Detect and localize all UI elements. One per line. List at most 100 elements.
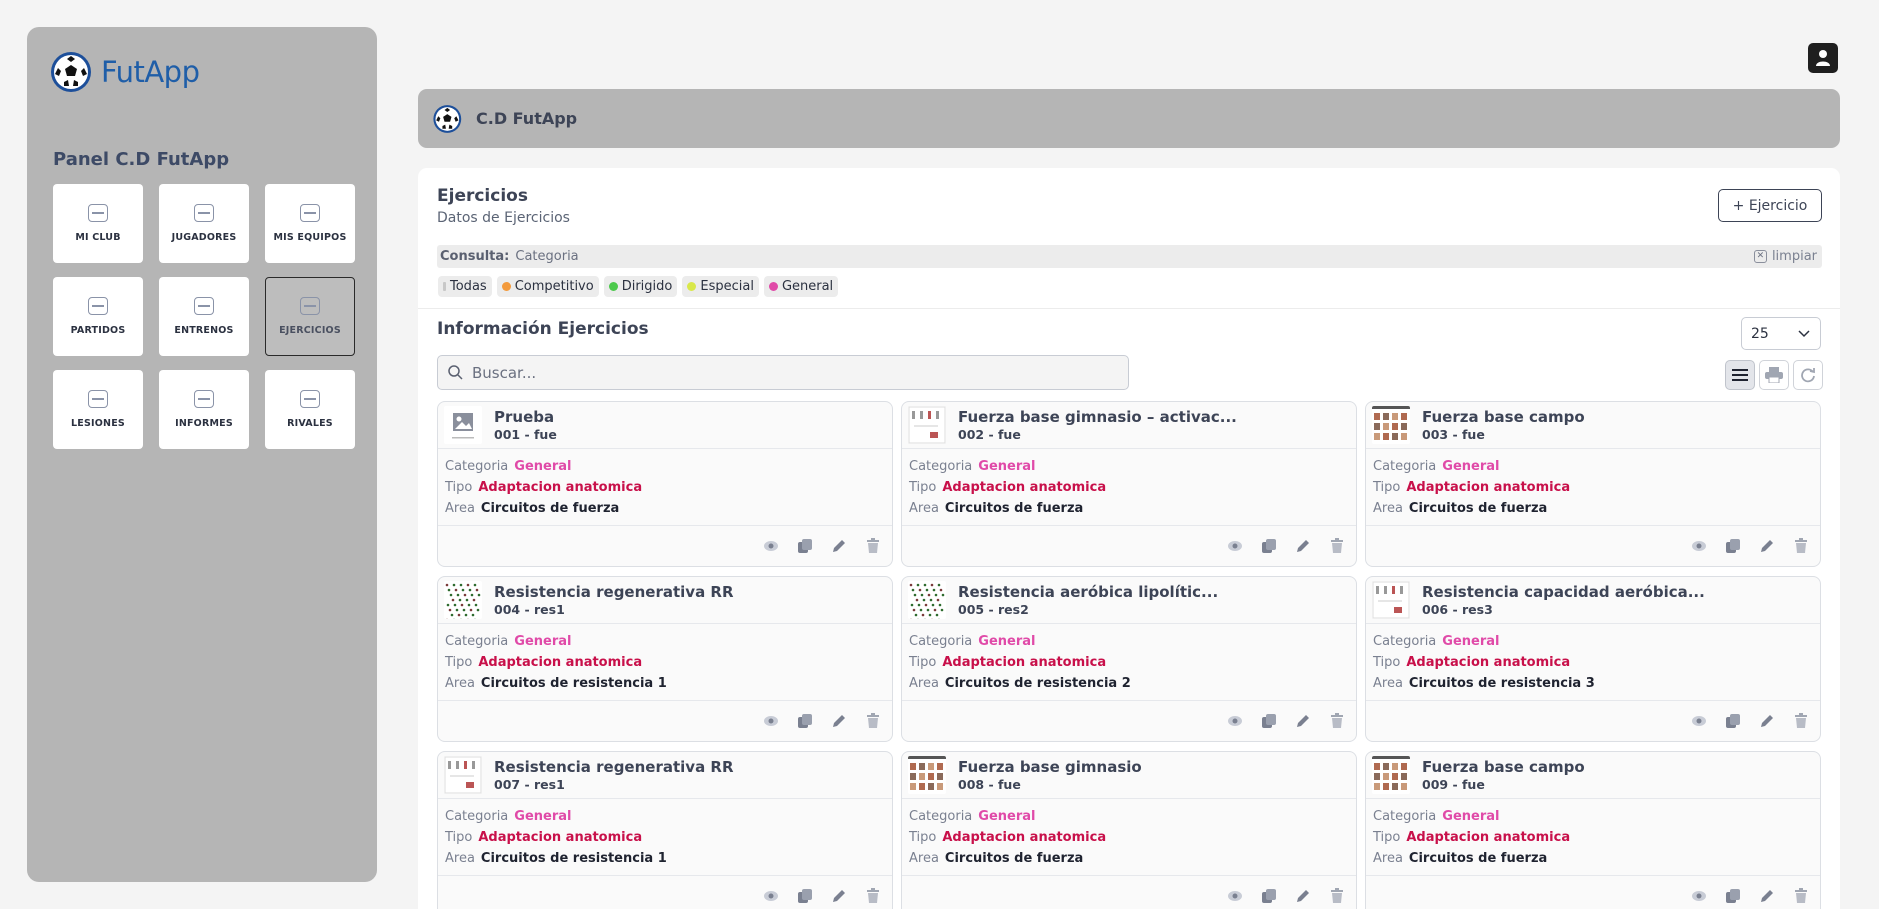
exercise-card[interactable]: Resistencia regenerativa RR 007 - res1 Cat… <box>437 751 893 909</box>
delete-button[interactable] <box>1327 886 1346 905</box>
duplicate-button[interactable] <box>1259 536 1278 555</box>
duplicate-button[interactable] <box>795 886 814 905</box>
exercise-thumbnail <box>444 581 482 619</box>
duplicate-button[interactable] <box>795 536 814 555</box>
delete-button[interactable] <box>1791 536 1810 555</box>
trash-icon <box>1794 887 1807 903</box>
eye-icon <box>1227 890 1242 901</box>
card-actions <box>761 886 882 905</box>
view-button[interactable] <box>1225 886 1244 905</box>
filter-chip-general[interactable]: General <box>763 276 839 297</box>
delete-button[interactable] <box>1791 886 1810 905</box>
duplicate-button[interactable] <box>1723 536 1742 555</box>
field-label: Tipo <box>909 655 937 670</box>
nav-tile-partidos[interactable]: PARTIDOS <box>53 277 143 356</box>
edit-button[interactable] <box>1757 536 1776 555</box>
refresh-button[interactable] <box>1793 360 1823 390</box>
search-input[interactable] <box>472 363 1072 382</box>
nav-tile-informes[interactable]: INFORMES <box>159 370 249 449</box>
nav-tile-ejercicios[interactable]: EJERCICIOS <box>265 277 355 356</box>
duplicate-button[interactable] <box>795 711 814 730</box>
view-button[interactable] <box>1689 711 1708 730</box>
filter-chip-especial[interactable]: Especial <box>682 276 759 297</box>
view-button[interactable] <box>1689 536 1708 555</box>
field-label: Categoria <box>1373 809 1437 824</box>
nav-tile-mi-club[interactable]: MI CLUB <box>53 184 143 263</box>
page-size-select[interactable]: 25 <box>1741 317 1821 350</box>
nav-tile-entrenos[interactable]: ENTRENOS <box>159 277 249 356</box>
delete-button[interactable] <box>1327 711 1346 730</box>
app-logo[interactable]: FutApp <box>49 49 200 95</box>
nav-tile-lesiones[interactable]: LESIONES <box>53 370 143 449</box>
view-toolbar <box>1725 360 1823 390</box>
edit-button[interactable] <box>829 536 848 555</box>
duplicate-button[interactable] <box>1723 886 1742 905</box>
edit-button[interactable] <box>1293 536 1312 555</box>
category-dot-icon <box>443 282 446 291</box>
nav-tile-mis-equipos[interactable]: MIS EQUIPOS <box>265 184 355 263</box>
exercise-card[interactable]: Fuerza base campo 003 - fue Categoria Gener… <box>1365 401 1821 567</box>
exercise-card[interactable]: Fuerza base gimnasio – activac... 002 - f… <box>901 401 1357 567</box>
exercise-code: 004 - res1 <box>494 602 565 617</box>
add-exercise-button[interactable]: + Ejercicio <box>1718 189 1822 222</box>
trash-icon <box>1794 537 1807 553</box>
exercise-name: Resistencia capacidad aeróbica... <box>1422 583 1705 601</box>
delete-button[interactable] <box>863 711 882 730</box>
duplicate-button[interactable] <box>1723 711 1742 730</box>
field-label: Area <box>909 851 939 866</box>
categoria-value: General <box>514 459 572 474</box>
duplicate-button[interactable] <box>1259 886 1278 905</box>
card-icon <box>300 297 320 315</box>
edit-button[interactable] <box>829 886 848 905</box>
field-label: Area <box>445 851 475 866</box>
copy-icon <box>797 888 812 903</box>
card-header: Resistencia capacidad aeróbica... 006 - r… <box>1366 577 1820 624</box>
exercise-code: 007 - res1 <box>494 777 565 792</box>
tipo-value: Adaptacion anatomica <box>942 830 1107 845</box>
card-header: Fuerza base gimnasio – activac... 002 - f… <box>902 402 1356 449</box>
delete-button[interactable] <box>1327 536 1346 555</box>
delete-button[interactable] <box>863 886 882 905</box>
filter-chip-dirigido[interactable]: Dirigido <box>603 276 678 297</box>
view-button[interactable] <box>1225 536 1244 555</box>
exercise-card[interactable]: Fuerza base gimnasio 008 - fue Categoria Ge… <box>901 751 1357 909</box>
view-button[interactable] <box>761 711 780 730</box>
nav-tile-jugadores[interactable]: JUGADORES <box>159 184 249 263</box>
edit-button[interactable] <box>1293 711 1312 730</box>
pencil-icon <box>1296 714 1309 727</box>
edit-button[interactable] <box>1757 711 1776 730</box>
field-label: Categoria <box>445 809 509 824</box>
area-value: Circuitos de fuerza <box>1408 501 1548 516</box>
exercise-card[interactable]: Resistencia aeróbica lipolític... 005 - r… <box>901 576 1357 742</box>
view-button[interactable] <box>761 536 780 555</box>
tipo-value: Adaptacion anatomica <box>942 655 1107 670</box>
card-actions <box>1689 711 1810 730</box>
copy-icon <box>1725 538 1740 553</box>
view-button[interactable] <box>761 886 780 905</box>
user-menu-button[interactable] <box>1808 43 1838 73</box>
duplicate-button[interactable] <box>1259 711 1278 730</box>
filter-chip-todas[interactable]: Todas <box>438 276 492 297</box>
delete-button[interactable] <box>863 536 882 555</box>
filter-chip-competitivo[interactable]: Competitivo <box>496 276 599 297</box>
exercise-card[interactable]: Resistencia capacidad aeróbica... 006 - r… <box>1365 576 1821 742</box>
area-value: Circuitos de resistencia 3 <box>1408 676 1595 691</box>
exercise-card[interactable]: Fuerza base campo 009 - fue Categoria Gener… <box>1365 751 1821 909</box>
nav-tile-rivales[interactable]: RIVALES <box>265 370 355 449</box>
print-button[interactable] <box>1759 360 1789 390</box>
exercise-card[interactable]: Prueba 001 - fue Categoria General Tipo Adapt… <box>437 401 893 567</box>
clear-filter-button[interactable]: ✕ limpiar <box>1753 249 1817 264</box>
exercise-code: 001 - fue <box>494 427 557 442</box>
list-view-button[interactable] <box>1725 360 1755 390</box>
copy-icon <box>797 713 812 728</box>
delete-button[interactable] <box>1791 711 1810 730</box>
view-button[interactable] <box>1689 886 1708 905</box>
nav-tile-label: EJERCICIOS <box>279 325 341 336</box>
field-label: Area <box>1373 501 1403 516</box>
edit-button[interactable] <box>1757 886 1776 905</box>
exercise-card[interactable]: Resistencia regenerativa RR 004 - res1 Cat… <box>437 576 893 742</box>
edit-button[interactable] <box>829 711 848 730</box>
view-button[interactable] <box>1225 711 1244 730</box>
field-label: Categoria <box>445 634 509 649</box>
edit-button[interactable] <box>1293 886 1312 905</box>
